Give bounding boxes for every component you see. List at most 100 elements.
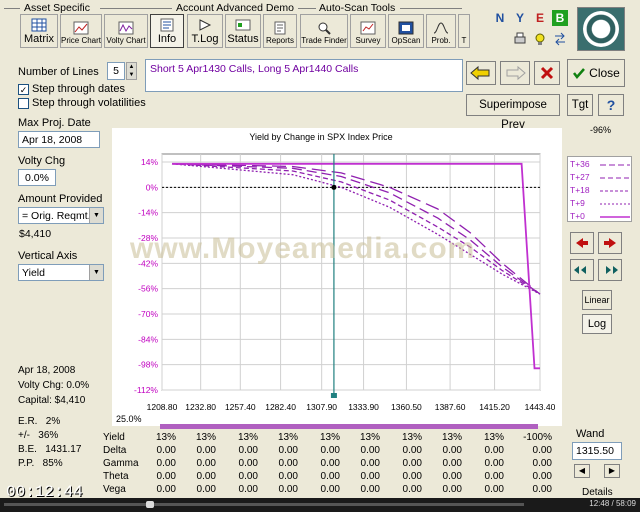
yahoo-icon[interactable]: Y	[512, 10, 528, 26]
y-tick-label: -70%	[138, 309, 158, 319]
shift-left-button[interactable]	[570, 259, 594, 281]
shift-right-button[interactable]	[598, 259, 622, 281]
reports-label: Reports	[265, 36, 294, 45]
y-tick-label: -56%	[138, 284, 158, 294]
log-button[interactable]: Log	[582, 314, 612, 334]
bookmark-icon[interactable]: B	[552, 10, 568, 26]
help-button[interactable]: ?	[598, 94, 624, 116]
amount-provided-select[interactable]: = Orig. Reqmt. ▼	[18, 207, 104, 224]
transfer-icon[interactable]	[553, 32, 567, 46]
price-chart-icon	[73, 21, 89, 35]
arrow-right-icon	[604, 238, 616, 248]
next-date-button[interactable]	[598, 232, 622, 254]
num-lines-spinner[interactable]: ▲ ▼	[126, 62, 137, 80]
table-cell: 0.00	[360, 471, 380, 482]
table-cell: 0.00	[278, 458, 298, 469]
survey-button[interactable]: Survey	[350, 14, 386, 48]
table-row-label: Theta	[103, 471, 129, 482]
target-button[interactable]: Tgt	[567, 94, 593, 116]
table-cell: 13%	[237, 432, 258, 443]
stat-pm: +/- 36%	[18, 430, 59, 441]
arrow-left-icon	[576, 238, 588, 248]
news-icon[interactable]: N	[492, 10, 508, 26]
wand-input[interactable]: 1315.50	[572, 442, 622, 460]
back-button[interactable]	[466, 61, 496, 85]
table-cell: -100%	[523, 432, 552, 443]
vertical-axis-select[interactable]: Yield ▼	[18, 264, 104, 281]
price-chart-label: Price Chart	[61, 36, 102, 45]
info-button[interactable]: Info	[150, 14, 184, 48]
prev-date-button[interactable]	[570, 232, 594, 254]
email-icon[interactable]: E	[532, 10, 548, 26]
step-volatilities-checkbox[interactable]	[18, 98, 29, 109]
prob-button[interactable]: Prob.	[426, 14, 456, 48]
x-tick-label: 1307.90	[306, 402, 337, 412]
volty-chg-input[interactable]: 0.0%	[18, 169, 56, 186]
table-cell: 13%	[319, 432, 340, 443]
trade-finder-icon	[318, 22, 331, 35]
scale-top-label: -96%	[590, 125, 612, 135]
video-progress[interactable]	[4, 503, 524, 506]
table-cell: 0.00	[402, 445, 422, 456]
close-label: Close	[589, 66, 620, 80]
vertical-axis-value: Yield	[22, 267, 45, 279]
max-proj-date-label: Max Proj. Date	[18, 117, 91, 129]
matrix-button[interactable]: Matrix	[20, 14, 58, 48]
table-cell: 0.00	[532, 458, 552, 469]
idea-icon[interactable]	[533, 32, 547, 46]
table-cell: 0.00	[196, 445, 216, 456]
extra-button[interactable]: T	[458, 14, 470, 48]
reports-button[interactable]: Reports	[263, 14, 297, 48]
legend-entry: T+27	[570, 172, 590, 182]
num-lines-input[interactable]: 5	[107, 62, 125, 80]
yield-chart[interactable]: Yield by Change in SPX Index Price 14% 0% -…	[112, 128, 562, 426]
wand-left-button[interactable]: ◀	[574, 464, 590, 478]
wand-right-button[interactable]: ▶	[604, 464, 620, 478]
volty-chart-button[interactable]: Volty Chart	[104, 14, 148, 48]
details-button[interactable]: Details	[582, 487, 613, 498]
table-cell: 13%	[401, 432, 422, 443]
table-cell: 0.00	[196, 471, 216, 482]
tlog-button[interactable]: T.Log	[187, 14, 223, 48]
legend-entry: T+0	[570, 211, 585, 221]
table-row-label: Vega	[103, 484, 126, 495]
table-cell: 0.00	[320, 484, 340, 495]
amount-value: $4,410	[19, 228, 52, 240]
y-tick-label: -84%	[138, 334, 158, 344]
trade-finder-button[interactable]: Trade Finder	[300, 14, 348, 48]
video-seek-handle[interactable]	[146, 501, 154, 508]
table-cell: 0.00	[442, 445, 462, 456]
step-dates-checkbox[interactable]: ✓	[18, 84, 29, 95]
opscan-button[interactable]: OpScan	[388, 14, 424, 48]
table-cell: 0.00	[238, 458, 258, 469]
print-icon[interactable]	[513, 32, 527, 46]
delete-button[interactable]	[534, 61, 560, 85]
table-cell: 0.00	[360, 484, 380, 495]
x-tick-label: 1282.40	[265, 402, 296, 412]
table-cell: 0.00	[484, 484, 504, 495]
volty-chg-label: Volty Chg	[18, 155, 66, 167]
table-cell: 13%	[359, 432, 380, 443]
table-cell: 0.00	[532, 484, 552, 495]
status-button[interactable]: Status	[225, 14, 261, 48]
forward-button[interactable]	[500, 61, 530, 85]
max-proj-date-input[interactable]: Apr 18, 2008	[18, 131, 100, 148]
x-tick-label: 1415.20	[479, 402, 510, 412]
stat-volty: Volty Chg: 0.0%	[18, 380, 90, 391]
price-chart-button[interactable]: Price Chart	[60, 14, 102, 48]
legend-swatches	[600, 164, 630, 218]
group-asset-label: Asset Specific	[24, 2, 90, 14]
chart-range-bar[interactable]	[160, 424, 538, 429]
volty-chart-icon	[118, 21, 134, 35]
video-player-bar: 12:48 / 58:09	[0, 498, 640, 512]
table-cell: 13%	[195, 432, 216, 443]
superimpose-prev-button[interactable]: Superimpose Prev	[466, 94, 560, 131]
close-button[interactable]: Close	[567, 59, 625, 87]
status-label: Status	[227, 33, 259, 45]
x-tick-label: 1443.40	[525, 402, 556, 412]
video-time: 12:48 / 58:09	[589, 499, 636, 508]
linear-button[interactable]: Linear	[582, 290, 612, 310]
amount-provided-value: = Orig. Reqmt.	[22, 210, 91, 222]
opscan-label: OpScan	[391, 36, 421, 45]
check-icon	[573, 68, 586, 79]
